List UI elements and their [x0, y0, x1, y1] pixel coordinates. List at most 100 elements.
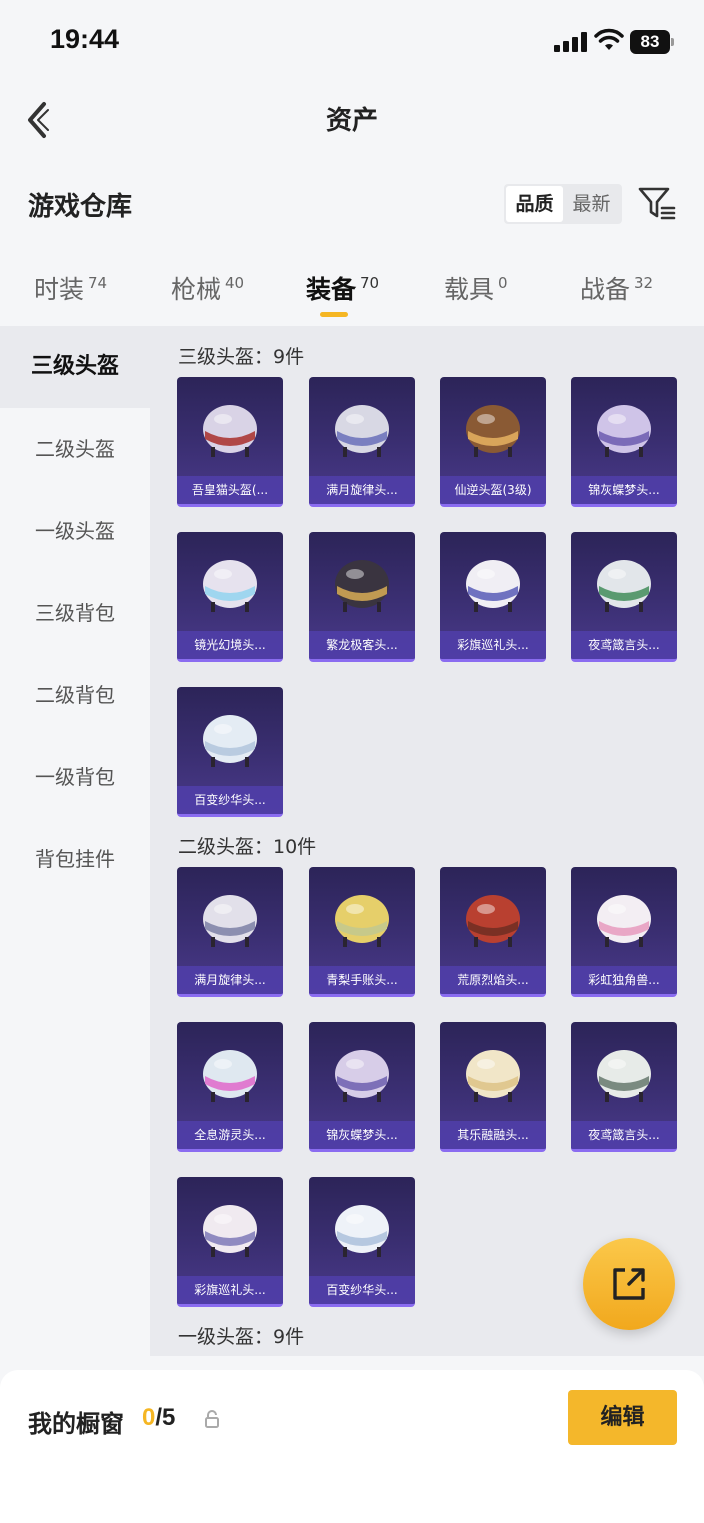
showcase-count: 0/5	[142, 1404, 176, 1431]
sort-toggle: 品质 最新	[504, 184, 622, 224]
item-card[interactable]: 繁龙极客头...	[309, 532, 415, 662]
helmet-image	[335, 405, 389, 457]
item-name: 锦灰蝶梦头...	[571, 476, 677, 504]
item-name: 锦灰蝶梦头...	[309, 1121, 415, 1149]
share-icon	[613, 1268, 645, 1300]
item-card[interactable]: 夜鸢箴言头...	[571, 1022, 677, 1152]
item-name: 彩旗巡礼头...	[440, 631, 546, 659]
item-name: 彩旗巡礼头...	[177, 1276, 283, 1304]
item-card[interactable]: 全息游灵头...	[177, 1022, 283, 1152]
item-card[interactable]: 其乐融融头...	[440, 1022, 546, 1152]
item-name: 繁龙极客头...	[309, 631, 415, 659]
helmet-image	[466, 895, 520, 947]
item-card[interactable]: 彩旗巡礼头...	[440, 532, 546, 662]
helmet-image	[597, 405, 651, 457]
helmet-image	[466, 560, 520, 612]
tab-count: 0	[498, 274, 508, 292]
item-name: 吾皇猫头盔(...	[177, 476, 283, 504]
status-bar: 19:44 83	[0, 0, 704, 84]
page-title: 资产	[325, 106, 378, 136]
category-sidebar: 三级头盔 二级头盔 一级头盔 三级背包 二级背包 一级背包 背包挂件	[0, 326, 150, 1356]
tab-gear[interactable]: 战备 32	[580, 270, 653, 306]
helmet-image	[335, 895, 389, 947]
helmet-image	[335, 1050, 389, 1102]
filter-icon[interactable]	[638, 186, 676, 222]
group-title: 三级头盔：9件	[178, 346, 305, 368]
helmet-image	[203, 895, 257, 947]
tab-vehicles[interactable]: 载具 0	[444, 270, 508, 306]
sidebar-item-level3-helmet[interactable]: 三级头盔	[0, 326, 150, 408]
item-name: 夜鸢箴言头...	[571, 631, 677, 659]
item-card[interactable]: 荒原烈焰头...	[440, 867, 546, 997]
item-card[interactable]: 百变纱华头...	[177, 687, 283, 817]
tab-equipment[interactable]: 装备 70	[306, 270, 379, 306]
wifi-icon	[594, 28, 624, 50]
helmet-image	[466, 405, 520, 457]
item-card[interactable]: 吾皇猫头盔(...	[177, 377, 283, 507]
item-card[interactable]: 锦灰蝶梦头...	[309, 1022, 415, 1152]
item-name: 满月旋律头...	[177, 966, 283, 994]
sidebar-item-level1-helmet[interactable]: 一级头盔	[0, 490, 150, 572]
content-area: 三级头盔 二级头盔 一级头盔 三级背包 二级背包 一级背包 背包挂件 三级头盔：…	[0, 326, 704, 1356]
sidebar-item-level2-helmet[interactable]: 二级头盔	[0, 408, 150, 490]
item-grid: 三级头盔：9件 二级头盔：10件 一级头盔：9件 吾皇猫头盔(... 满月旋律头.…	[150, 326, 704, 1356]
group-title: 二级头盔：10件	[178, 836, 317, 858]
category-tabs: 时装 74 枪械 40 装备 70 载具 0 战备 32	[0, 262, 704, 324]
sidebar-item-level3-backpack[interactable]: 三级背包	[0, 572, 150, 654]
helmet-image	[335, 1205, 389, 1257]
item-card[interactable]: 彩旗巡礼头...	[177, 1177, 283, 1307]
item-name: 夜鸢箴言头...	[571, 1121, 677, 1149]
tab-count: 40	[225, 274, 245, 292]
helmet-image	[203, 560, 257, 612]
edit-button[interactable]: 编辑	[568, 1390, 677, 1445]
item-card[interactable]: 百变纱华头...	[309, 1177, 415, 1307]
cellular-signal-icon	[554, 32, 588, 52]
section-title: 游戏仓库	[28, 192, 133, 222]
helmet-image	[203, 405, 257, 457]
sidebar-item-level1-backpack[interactable]: 一级背包	[0, 736, 150, 818]
item-name: 镜光幻境头...	[177, 631, 283, 659]
helmet-image	[466, 1050, 520, 1102]
helmet-image	[203, 1205, 257, 1257]
sort-option-quality[interactable]: 品质	[506, 186, 563, 222]
item-card[interactable]: 夜鸢箴言头...	[571, 532, 677, 662]
tab-count: 74	[88, 274, 108, 292]
active-tab-indicator	[320, 312, 348, 317]
item-card[interactable]: 彩虹独角兽...	[571, 867, 677, 997]
showcase-label: 我的橱窗	[28, 1410, 124, 1438]
battery-level: 83	[630, 30, 670, 54]
item-name: 荒原烈焰头...	[440, 966, 546, 994]
tab-weapons[interactable]: 枪械 40	[171, 270, 244, 306]
sidebar-item-level2-backpack[interactable]: 二级背包	[0, 654, 150, 736]
tab-count: 70	[360, 274, 380, 292]
status-time: 19:44	[50, 24, 120, 54]
item-card[interactable]: 青梨手账头...	[309, 867, 415, 997]
helmet-image	[597, 560, 651, 612]
item-name: 青梨手账头...	[309, 966, 415, 994]
item-card[interactable]: 镜光幻境头...	[177, 532, 283, 662]
sort-option-latest[interactable]: 最新	[563, 186, 620, 222]
sidebar-item-backpack-charm[interactable]: 背包挂件	[0, 818, 150, 900]
item-name: 彩虹独角兽...	[571, 966, 677, 994]
helmet-image	[597, 895, 651, 947]
item-card[interactable]: 满月旋律头...	[177, 867, 283, 997]
lock-icon	[205, 1410, 219, 1428]
item-card[interactable]: 锦灰蝶梦头...	[571, 377, 677, 507]
item-name: 其乐融融头...	[440, 1121, 546, 1149]
helmet-image	[597, 1050, 651, 1102]
item-card[interactable]: 仙逆头盔(3级)	[440, 377, 546, 507]
helmet-image	[203, 1050, 257, 1102]
tab-count: 32	[634, 274, 654, 292]
showcase-bar: 我的橱窗 0/5 编辑	[0, 1370, 704, 1523]
item-name: 满月旋律头...	[309, 476, 415, 504]
group-title: 一级头盔：9件	[178, 1326, 305, 1348]
tab-fashion[interactable]: 时装 74	[34, 270, 107, 306]
item-name: 仙逆头盔(3级)	[440, 476, 546, 504]
item-name: 百变纱华头...	[177, 786, 283, 814]
helmet-image	[203, 715, 257, 767]
item-name: 全息游灵头...	[177, 1121, 283, 1149]
share-button[interactable]	[583, 1238, 675, 1330]
helmet-image	[335, 560, 389, 612]
item-card[interactable]: 满月旋律头...	[309, 377, 415, 507]
item-name: 百变纱华头...	[309, 1276, 415, 1304]
